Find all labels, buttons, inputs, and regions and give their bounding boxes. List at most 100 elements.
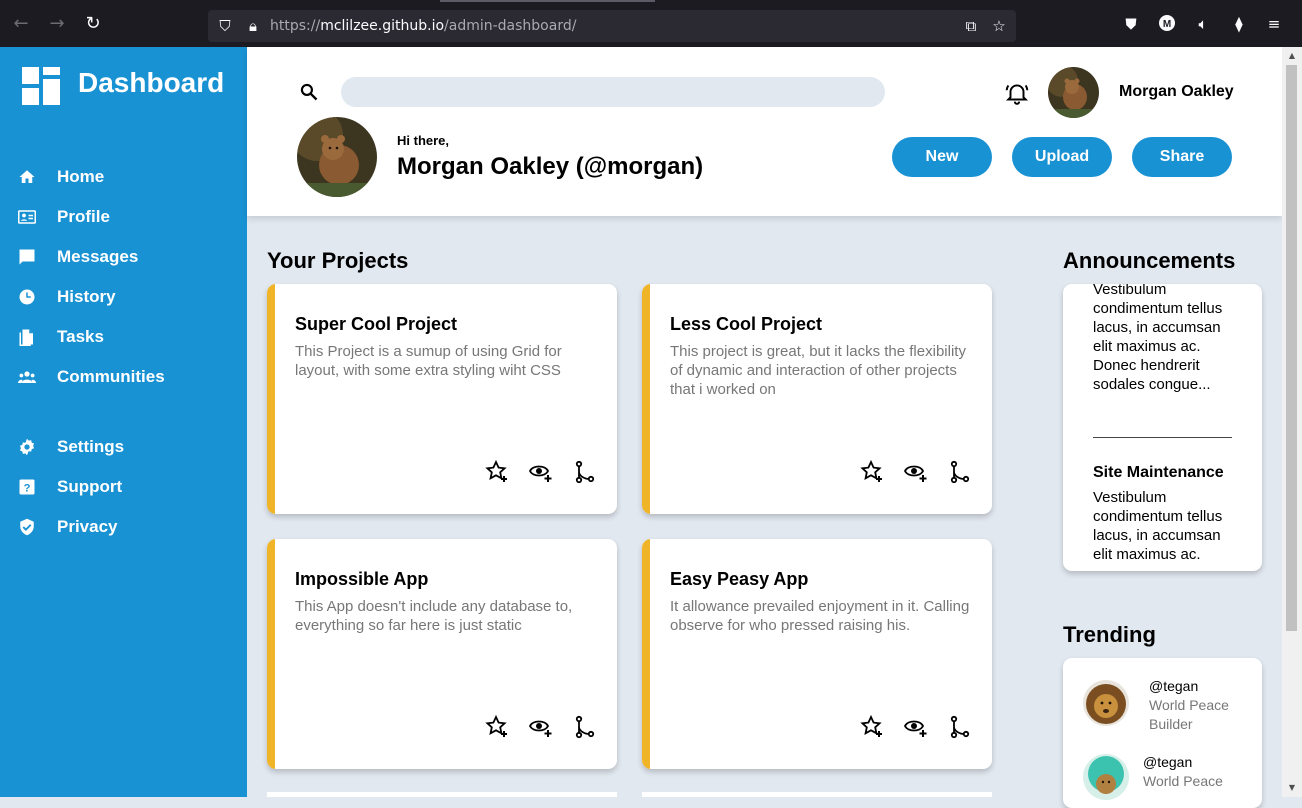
address-bar[interactable]: ⛉ 🔒︎ https://mclilzee.github.io/admin-da… [208, 10, 1016, 42]
scroll-up-icon[interactable]: ▲ [1287, 51, 1297, 61]
shield-tracking-icon[interactable]: ⛉ [216, 17, 234, 35]
share-button[interactable]: Share [1132, 137, 1232, 177]
sidebar-item-history[interactable]: History [0, 282, 247, 312]
translate-icon[interactable]: ⧉ [962, 17, 980, 35]
sidebar-item-label: History [57, 287, 116, 306]
fork-icon[interactable] [948, 715, 972, 739]
clock-icon [18, 288, 36, 306]
announcement-text: Vestibulum condimentum tellus lacus, in … [1093, 489, 1223, 563]
trending-description: World Peace Builder [1149, 697, 1229, 732]
extensions-icon[interactable]: ⧫ [1229, 14, 1249, 34]
sidebar-item-label: Settings [57, 437, 125, 456]
watch-add-icon[interactable] [903, 715, 928, 739]
avatar[interactable] [1048, 67, 1099, 118]
star-add-icon[interactable] [860, 459, 884, 484]
group-icon [18, 368, 36, 386]
trending-avatar[interactable] [1083, 680, 1129, 726]
sidebar-item-label: Tasks [57, 327, 104, 346]
user-name[interactable]: Morgan Oakley [1119, 83, 1234, 101]
project-card: Less Cool Project This project is great,… [642, 284, 992, 514]
sidebar-item-label: Privacy [57, 517, 118, 536]
svg-text:?: ? [24, 483, 31, 495]
search-icon[interactable] [299, 82, 319, 102]
profile-avatar [297, 117, 377, 197]
announcements-title: Announcements [1063, 248, 1236, 273]
sidebar-item-profile[interactable]: Profile [0, 202, 247, 232]
trending-panel: @tegan World Peace Builder @tegan World … [1063, 658, 1262, 808]
speaker-icon[interactable]: 🔈︎ [1193, 14, 1213, 34]
scrollbar-thumb[interactable] [1286, 65, 1297, 631]
greeting: Hi there, [397, 133, 450, 148]
bell-icon[interactable] [1004, 80, 1030, 106]
star-add-icon[interactable] [860, 714, 884, 739]
projects-title: Your Projects [267, 248, 409, 273]
project-card-partial [267, 792, 617, 797]
new-button[interactable]: New [892, 137, 992, 177]
watch-add-icon[interactable] [528, 460, 553, 484]
sidebar-item-label: Profile [57, 207, 110, 226]
file-icon [18, 328, 36, 346]
trending-handle[interactable]: @tegan [1149, 678, 1198, 694]
project-card: Impossible App This App doesn't include … [267, 539, 617, 769]
sidebar-item-support[interactable]: ? Support [0, 472, 247, 502]
upload-button[interactable]: Upload [1012, 137, 1112, 177]
sidebar-item-communities[interactable]: Communities [0, 362, 247, 392]
reload-icon[interactable]: ↻ [83, 14, 103, 34]
active-tab-indicator [440, 0, 655, 2]
watch-add-icon[interactable] [528, 715, 553, 739]
svg-text:M: M [1163, 19, 1171, 30]
page-scrollbar[interactable]: ▲ ▼ [1282, 47, 1302, 797]
card-accent [642, 539, 650, 769]
brand-title: Dashboard [78, 67, 225, 98]
home-icon [18, 168, 36, 186]
fork-icon[interactable] [948, 460, 972, 484]
search-input[interactable] [341, 77, 885, 107]
url-text[interactable]: https://mclilzee.github.io/admin-dashboa… [270, 18, 576, 34]
menu-icon[interactable]: ≡ [1264, 14, 1284, 34]
project-description: This project is great, but it lacks the … [670, 343, 966, 398]
sidebar-item-settings[interactable]: Settings [0, 432, 247, 462]
star-add-icon[interactable] [485, 459, 509, 484]
sidebar-item-label: Communities [57, 367, 165, 386]
trending-handle[interactable]: @tegan [1143, 754, 1192, 770]
announcement-title: Site Maintenance [1093, 464, 1224, 481]
project-card: Easy Peasy App It allowance prevailed en… [642, 539, 992, 769]
project-description: This Project is a sumup of using Grid fo… [295, 343, 562, 379]
trending-avatar[interactable] [1083, 754, 1129, 800]
forward-icon[interactable]: → [47, 14, 67, 34]
lock-icon[interactable]: 🔒︎ [244, 17, 262, 35]
project-card-partial [642, 792, 992, 797]
sidebar-item-label: Support [57, 477, 123, 496]
project-title: Impossible App [295, 569, 429, 589]
project-card: Super Cool Project This Project is a sum… [267, 284, 617, 514]
back-icon[interactable]: ← [11, 14, 31, 34]
announcements-panel[interactable]: Vestibulum condimentum tellus lacus, in … [1063, 284, 1262, 571]
card-accent [267, 284, 275, 514]
pocket-icon[interactable]: ⛊ [1121, 14, 1141, 34]
sidebar-item-home[interactable]: Home [0, 162, 247, 192]
watch-add-icon[interactable] [903, 460, 928, 484]
sidebar-item-tasks[interactable]: Tasks [0, 322, 247, 352]
fork-icon[interactable] [573, 715, 597, 739]
sidebar-item-messages[interactable]: Messages [0, 242, 247, 272]
project-title: Less Cool Project [670, 314, 823, 334]
account-icon[interactable]: M [1157, 14, 1177, 34]
sidebar: Dashboard Home Profile Messages History … [0, 47, 247, 797]
profile-card-icon [18, 208, 36, 226]
sidebar-item-label: Messages [57, 247, 139, 266]
help-icon: ? [18, 478, 36, 496]
browser-toolbar: ← → ↻ ⛉ 🔒︎ https://mclilzee.github.io/ad… [0, 0, 1302, 47]
announcement-text: Vestibulum condimentum tellus lacus, in … [1093, 284, 1223, 393]
shield-icon [18, 518, 36, 536]
sidebar-item-privacy[interactable]: Privacy [0, 512, 247, 542]
gear-icon [18, 438, 36, 456]
star-add-icon[interactable] [485, 714, 509, 739]
bookmark-star-icon[interactable]: ☆ [990, 17, 1008, 35]
profile-full-name: Morgan Oakley (@morgan) [397, 153, 704, 180]
trending-description: World Peace [1143, 773, 1223, 789]
scroll-down-icon[interactable]: ▼ [1287, 783, 1297, 793]
project-title: Super Cool Project [295, 314, 458, 334]
card-accent [642, 284, 650, 514]
fork-icon[interactable] [573, 460, 597, 484]
project-description: This App doesn't include any database to… [295, 598, 573, 634]
